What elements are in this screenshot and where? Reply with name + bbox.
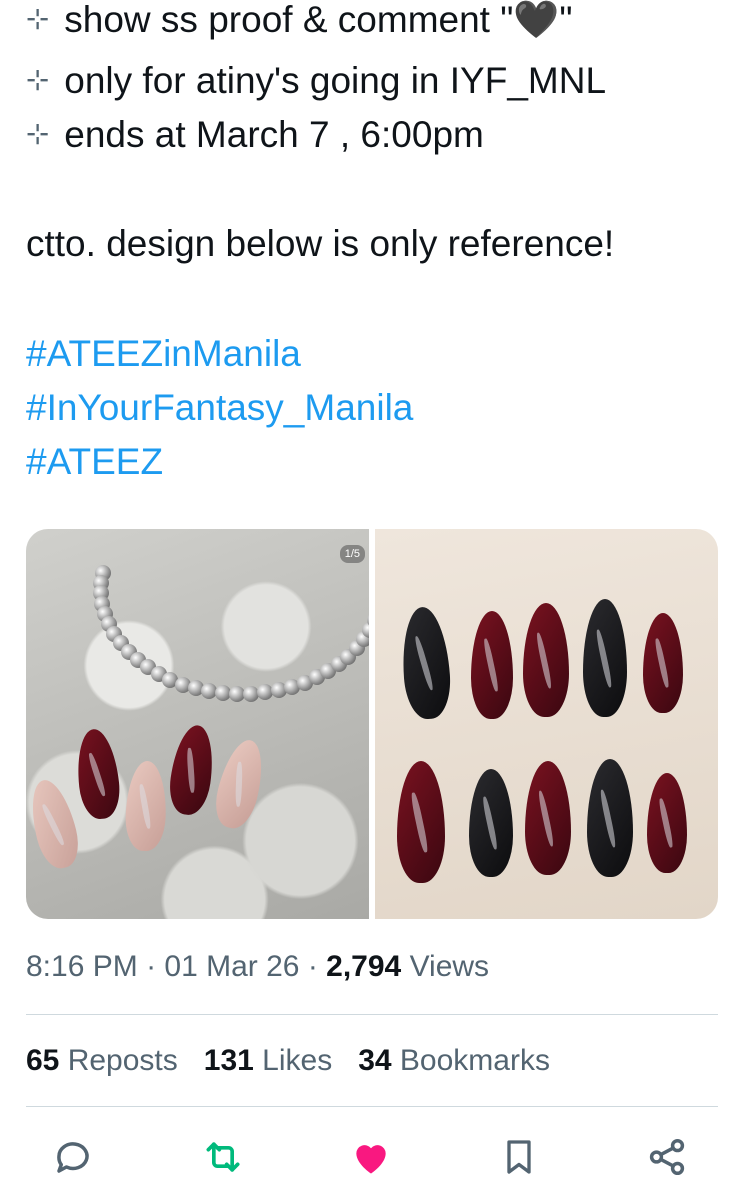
nail bbox=[643, 613, 683, 713]
hashtag-link[interactable]: #InYourFantasy_Manila bbox=[26, 381, 726, 435]
divider bbox=[26, 1106, 718, 1107]
nail bbox=[647, 773, 687, 873]
divider bbox=[26, 1014, 718, 1015]
nail bbox=[165, 722, 219, 818]
nail bbox=[124, 760, 168, 852]
sparkle-icon: ⊹ bbox=[26, 3, 50, 34]
nail bbox=[523, 603, 569, 717]
reposts-stat[interactable]: 65 Reposts bbox=[26, 1044, 178, 1078]
action-bar bbox=[0, 1128, 742, 1188]
nail bbox=[397, 761, 445, 883]
sparkle-icon: ⊹ bbox=[26, 64, 50, 95]
share-button[interactable] bbox=[644, 1134, 690, 1180]
tweet-line: ⊹ show ss proof & comment "🖤" bbox=[26, 0, 726, 46]
like-button[interactable] bbox=[348, 1134, 394, 1180]
bookmark-button[interactable] bbox=[496, 1134, 542, 1180]
repost-button[interactable] bbox=[200, 1134, 246, 1180]
nail bbox=[583, 599, 627, 717]
tweet-date[interactable]: 01 Mar 26 bbox=[164, 950, 299, 983]
views-label: Views bbox=[401, 950, 490, 983]
nail bbox=[73, 727, 123, 821]
like-icon bbox=[356, 1145, 386, 1174]
repost-icon bbox=[206, 1142, 240, 1172]
engagement-stats: 65 Reposts 131 Likes 34 Bookmarks bbox=[26, 1044, 550, 1078]
tweet-line: ⊹ ends at March 7 , 6:00pm bbox=[26, 107, 726, 161]
hashtag-link[interactable]: #ATEEZ bbox=[26, 435, 726, 489]
nail bbox=[469, 769, 513, 877]
views-count: 2,794 bbox=[326, 950, 402, 983]
tweet-time[interactable]: 8:16 PM bbox=[26, 950, 138, 983]
nail bbox=[587, 759, 633, 877]
reply-icon bbox=[57, 1142, 89, 1173]
nail-photo-right[interactable] bbox=[375, 529, 718, 919]
tweet-metadata: 8:16 PM · 01 Mar 26 · 2,794 Views bbox=[26, 950, 490, 983]
tweet-text: ⊹ show ss proof & comment "🖤" ⊹ only for… bbox=[26, 0, 726, 489]
tweet-line: ⊹ only for atiny's going in IYF_MNL bbox=[26, 53, 726, 107]
share-icon bbox=[649, 1138, 685, 1176]
media-counter: 1/5 bbox=[339, 545, 365, 563]
bookmarks-stat[interactable]: 34 Bookmarks bbox=[358, 1044, 550, 1078]
tweet-note: ctto. design below is only reference! bbox=[26, 223, 615, 264]
nail bbox=[471, 611, 513, 719]
nail-photo-left[interactable]: 1/5 bbox=[26, 529, 369, 919]
sparkle-icon: ⊹ bbox=[26, 118, 50, 149]
nail bbox=[209, 735, 271, 833]
hashtag-link[interactable]: #ATEEZinManila bbox=[26, 327, 726, 381]
media-grid: 1/5 bbox=[26, 529, 718, 919]
nail bbox=[399, 605, 453, 721]
nail bbox=[525, 761, 571, 875]
likes-stat[interactable]: 131 Likes bbox=[204, 1044, 332, 1078]
bookmark-icon bbox=[507, 1140, 531, 1174]
nail bbox=[26, 775, 85, 873]
reply-button[interactable] bbox=[50, 1134, 96, 1180]
